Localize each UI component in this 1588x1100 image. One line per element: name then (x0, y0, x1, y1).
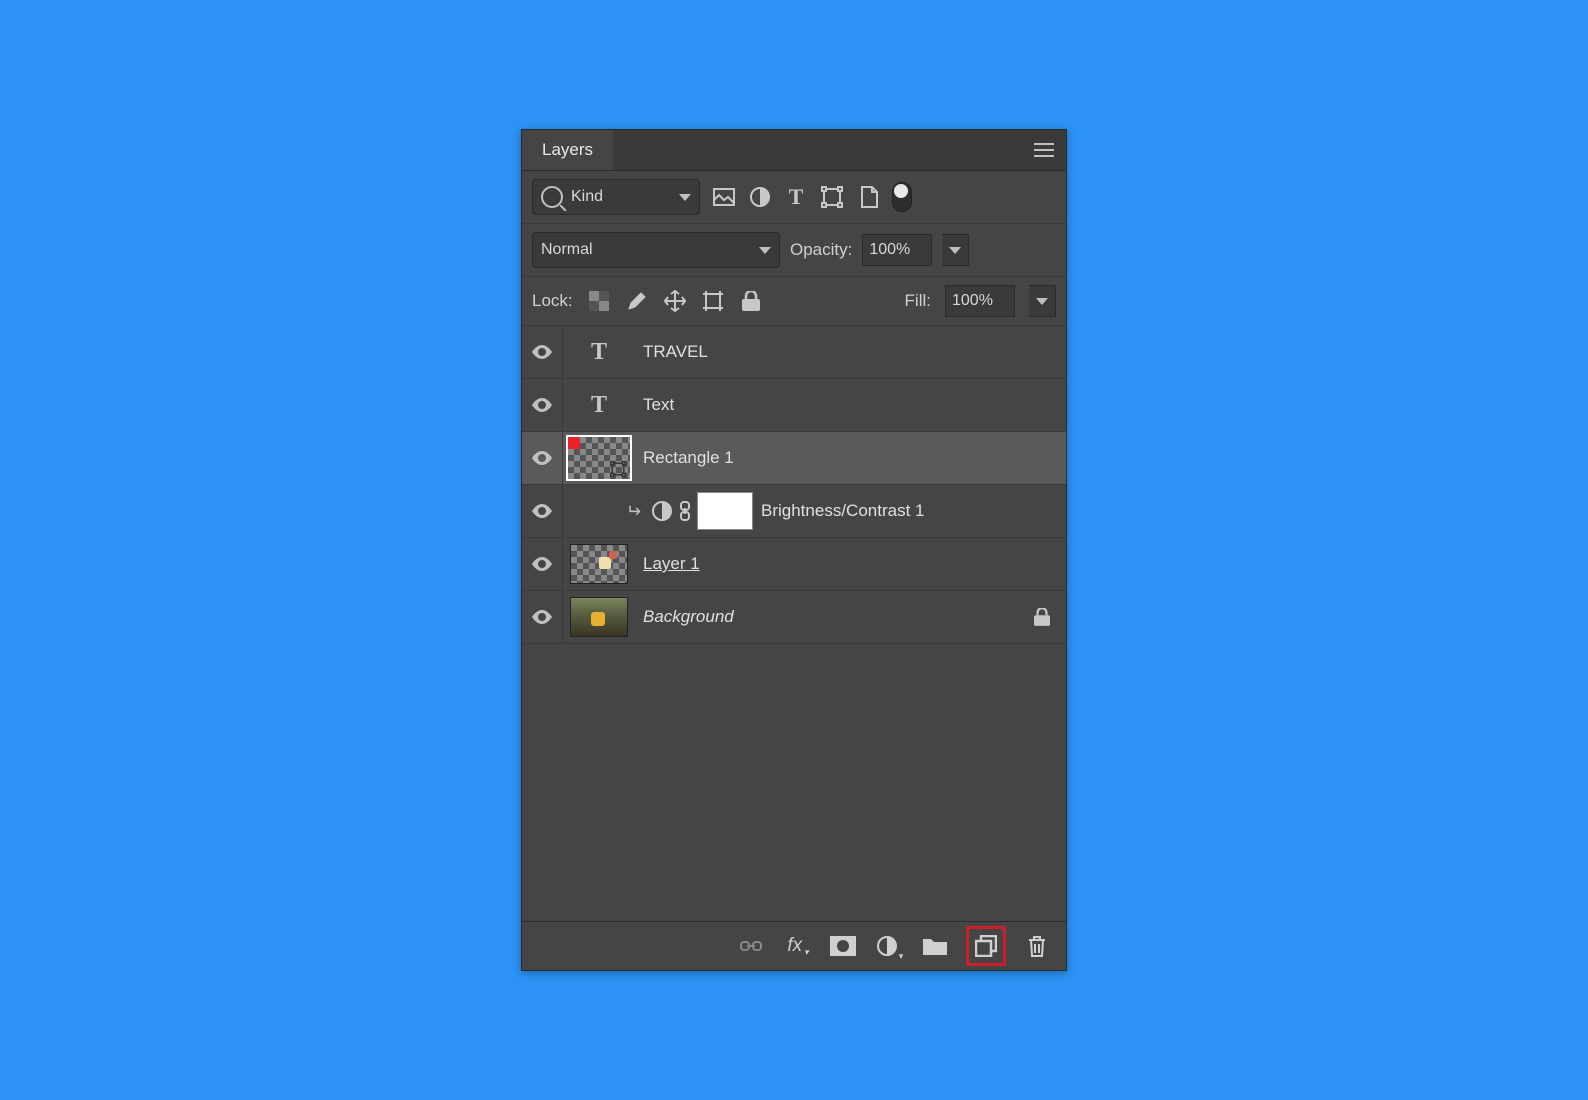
panel-menu-icon[interactable] (1034, 143, 1054, 157)
filter-shape-icon[interactable] (820, 185, 844, 209)
fill-dropdown[interactable] (1029, 285, 1056, 317)
lock-artboard-icon[interactable] (701, 289, 725, 313)
layer-thumbnail[interactable] (570, 544, 628, 584)
adjustment-icon (651, 500, 673, 522)
visibility-toggle[interactable] (522, 326, 563, 378)
blend-mode-value: Normal (541, 241, 593, 259)
chevron-down-icon (759, 247, 771, 254)
visibility-toggle[interactable] (522, 432, 563, 484)
text-layer-icon: T (572, 387, 626, 423)
layer-name[interactable]: Text (643, 395, 674, 415)
layer-mask-thumbnail[interactable] (697, 492, 753, 530)
opacity-label: Opacity: (790, 240, 852, 260)
lock-pixels-icon[interactable] (625, 289, 649, 313)
filter-row: Kind T (522, 171, 1066, 224)
visibility-toggle[interactable] (522, 591, 563, 643)
clip-indicator-icon: ↵ (626, 501, 641, 522)
delete-icon[interactable] (1022, 931, 1052, 961)
layer-row[interactable]: T TRAVEL (522, 326, 1066, 379)
visibility-toggle[interactable] (522, 485, 563, 537)
layer-name[interactable]: Brightness/Contrast 1 (761, 501, 924, 521)
new-group-icon[interactable] (920, 931, 950, 961)
filter-text-icon[interactable]: T (784, 185, 808, 209)
layers-panel: Layers Kind T Normal Opacity: 1 (521, 129, 1067, 971)
lock-position-icon[interactable] (663, 289, 687, 313)
layer-name[interactable]: Rectangle 1 (643, 448, 734, 468)
lock-icon[interactable] (1034, 608, 1050, 626)
lock-all-icon[interactable] (739, 289, 763, 313)
blend-mode-select[interactable]: Normal (532, 232, 780, 268)
lock-row: Lock: Fill: 100% (522, 277, 1066, 326)
opacity-input[interactable]: 100% (862, 234, 932, 266)
link-icon (679, 501, 691, 521)
layer-name[interactable]: Layer 1 (643, 554, 700, 574)
layer-list: T TRAVEL T Text Rectangle 1 ↵ (522, 326, 1066, 921)
add-mask-icon[interactable] (828, 931, 858, 961)
new-layer-icon[interactable] (966, 926, 1006, 966)
layer-row[interactable]: T Text (522, 379, 1066, 432)
layer-name[interactable]: TRAVEL (643, 342, 708, 362)
layer-row[interactable]: Background (522, 591, 1066, 644)
blend-row: Normal Opacity: 100% (522, 224, 1066, 277)
lock-label: Lock: (532, 291, 573, 311)
visibility-toggle[interactable] (522, 379, 563, 431)
text-layer-icon: T (572, 334, 626, 370)
layer-thumbnail[interactable] (570, 597, 628, 637)
layer-name[interactable]: Background (643, 607, 734, 627)
lock-transparent-icon[interactable] (587, 289, 611, 313)
shape-thumbnail[interactable] (566, 435, 632, 481)
fill-label: Fill: (905, 291, 931, 311)
layer-row[interactable]: Rectangle 1 (522, 432, 1066, 485)
filter-kind-label: Kind (571, 188, 603, 206)
filter-pixel-icon[interactable] (712, 185, 736, 209)
filter-adjustment-icon[interactable] (748, 185, 772, 209)
filter-kind-select[interactable]: Kind (532, 179, 700, 215)
fill-input[interactable]: 100% (945, 285, 1015, 317)
layer-row[interactable]: ↵ Brightness/Contrast 1 (522, 485, 1066, 538)
panel-tabbar: Layers (522, 130, 1066, 171)
filter-smartobject-icon[interactable] (856, 185, 880, 209)
link-layers-icon[interactable] (736, 931, 766, 961)
opacity-dropdown[interactable] (942, 234, 969, 266)
fx-icon[interactable]: fx▾ (782, 931, 812, 961)
chevron-down-icon (679, 194, 691, 201)
tab-layers[interactable]: Layers (522, 130, 613, 170)
search-icon (541, 186, 563, 208)
adjustment-layer-icon[interactable]: ▾ (874, 931, 904, 961)
visibility-toggle[interactable] (522, 538, 563, 590)
layer-row[interactable]: Layer 1 (522, 538, 1066, 591)
panel-bottom-bar: fx▾ ▾ (522, 921, 1066, 970)
filter-toggle[interactable] (892, 182, 912, 212)
